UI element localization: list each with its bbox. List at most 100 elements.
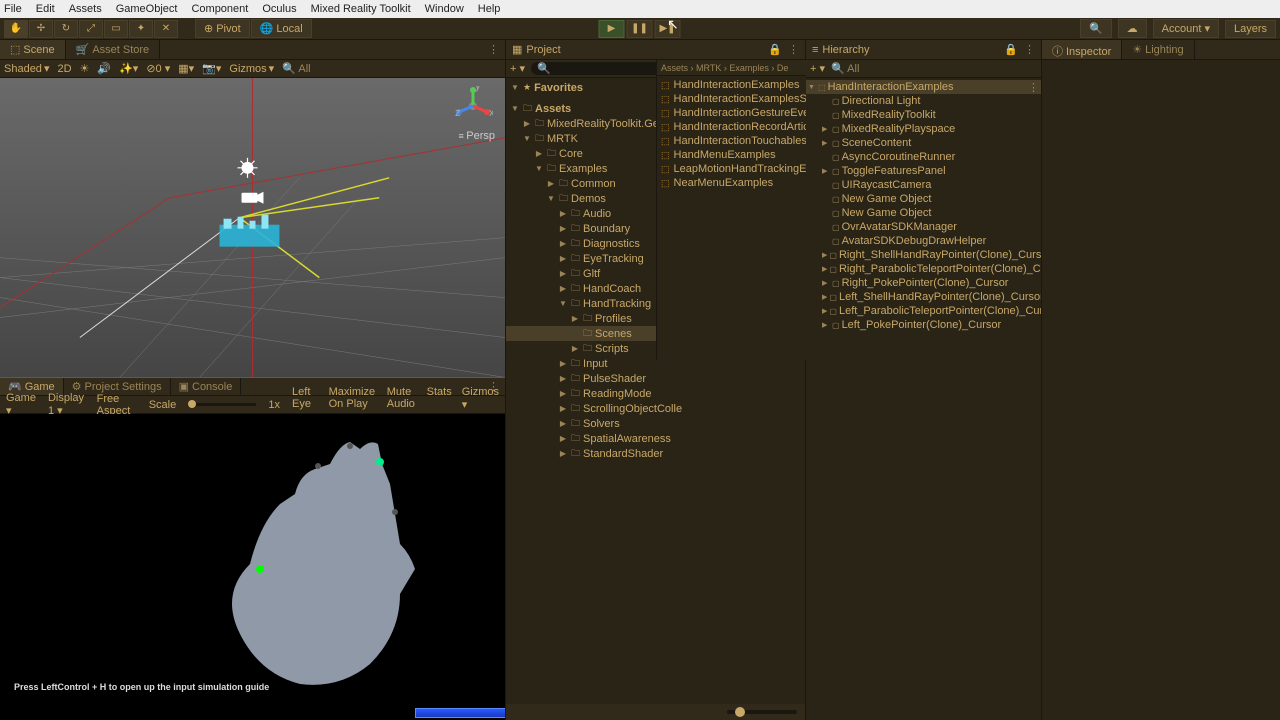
search-all[interactable]: 🔍 All: [282, 62, 310, 75]
scale-slider[interactable]: [188, 403, 256, 406]
asset-row[interactable]: ⬚NearMenuExamples: [657, 176, 806, 190]
2d-toggle[interactable]: 2D: [57, 63, 71, 75]
cloud-icon[interactable]: ☁: [1118, 19, 1147, 38]
camera-icon[interactable]: 📷▾: [202, 62, 221, 75]
grid-icon[interactable]: ▦▾: [178, 62, 194, 75]
scene-menu-icon[interactable]: ⋮: [1028, 81, 1039, 94]
project-tree-row[interactable]: ▶🗀SpatialAwareness: [506, 431, 805, 446]
menu-edit[interactable]: Edit: [36, 3, 55, 15]
transform-tool[interactable]: ✦: [129, 20, 153, 38]
create-dropdown[interactable]: + ▾: [510, 62, 525, 75]
thumbnail-slider[interactable]: [727, 710, 797, 714]
hier-create-dropdown[interactable]: + ▾: [810, 62, 825, 75]
gameobject-icon: ▢: [832, 279, 840, 288]
tab-lighting[interactable]: ☀Lighting: [1122, 40, 1194, 59]
rect-tool[interactable]: ▭: [104, 20, 128, 38]
gameobject-icon: ▢: [832, 237, 840, 246]
project-tree-row[interactable]: ▶🗀Solvers: [506, 416, 805, 431]
hierarchy-row[interactable]: ▢Directional Light: [806, 94, 1041, 108]
gameobject-icon: ▢: [829, 293, 837, 302]
asset-row[interactable]: ⬚HandInteractionGestureEvent: [657, 106, 806, 120]
fx-icon[interactable]: ✨▾: [119, 62, 138, 75]
hierarchy-row[interactable]: ▢New Game Object: [806, 192, 1041, 206]
orientation-gizmo[interactable]: y x z: [453, 86, 493, 126]
menu-assets[interactable]: Assets: [69, 3, 102, 15]
menu-gameobject[interactable]: GameObject: [116, 3, 178, 15]
menu-window[interactable]: Window: [425, 3, 464, 15]
project-title: Project: [526, 44, 560, 56]
shaded-dropdown[interactable]: Shaded ▾: [4, 62, 49, 75]
asset-row[interactable]: ⬚LeapMotionHandTrackingExa: [657, 162, 806, 176]
project-breadcrumb[interactable]: Assets › MRTK › Examples › De: [657, 60, 806, 76]
hierarchy-row[interactable]: ▶▢Left_PokePointer(Clone)_Cursor: [806, 318, 1041, 332]
main-toolbar: ✋ ✢ ↻ ⤢ ▭ ✦ ✕ ⊕Pivot 🌐Local ▶ ❚❚ ▶❚ 🔍 ☁ …: [0, 18, 1280, 40]
menu-component[interactable]: Component: [191, 3, 248, 15]
scene-root-row[interactable]: ▼⬚HandInteractionExamples⋮: [806, 80, 1041, 94]
asset-row[interactable]: ⬚HandInteractionTouchablesEx: [657, 134, 806, 148]
account-dropdown[interactable]: Account ▾: [1153, 19, 1219, 38]
rotate-tool[interactable]: ↻: [54, 20, 78, 38]
gameobject-icon: ▢: [829, 251, 837, 260]
project-tree-row[interactable]: ▶🗀PulseShader: [506, 371, 805, 386]
asset-row[interactable]: ⬚HandInteractionExamples: [657, 78, 806, 92]
tab-asset-store[interactable]: 🛒Asset Store: [66, 40, 161, 59]
tab-console[interactable]: ▣Console: [171, 378, 242, 395]
play-button[interactable]: ▶: [599, 20, 625, 38]
hand-tool[interactable]: ✋: [4, 20, 28, 38]
project-icon: ▦: [512, 43, 522, 56]
audio-icon[interactable]: 🔊: [97, 62, 111, 75]
custom-tool[interactable]: ✕: [154, 20, 178, 38]
lock-icon[interactable]: 🔒: [768, 43, 782, 56]
project-tree-row[interactable]: ▶🗀ScrollingObjectColle: [506, 401, 805, 416]
hier-menu-icon[interactable]: ⋮: [1024, 43, 1035, 56]
gameobject-icon: ▢: [829, 307, 837, 316]
project-tree-row[interactable]: ▶🗀ReadingMode: [506, 386, 805, 401]
asset-row[interactable]: ⬚HandMenuExamples: [657, 148, 806, 162]
tab-scene[interactable]: ⬚Scene: [0, 40, 66, 59]
hierarchy-row[interactable]: ▶▢Right_ParabolicTeleportPointer(Clone)_…: [806, 262, 1041, 276]
lock-icon[interactable]: 🔒: [1004, 43, 1018, 56]
project-tree-row[interactable]: ▶🗀StandardShader: [506, 446, 805, 461]
menu-help[interactable]: Help: [478, 3, 501, 15]
hierarchy-row[interactable]: ▶▢MixedRealityPlayspace: [806, 122, 1041, 136]
hierarchy-tree[interactable]: ▼⬚HandInteractionExamples⋮ ▢Directional …: [806, 78, 1041, 720]
hierarchy-row[interactable]: ▶▢Left_ShellHandRayPointer(Clone)_Cursor: [806, 290, 1041, 304]
game-view[interactable]: Press LeftControl + H to open up the inp…: [0, 414, 505, 720]
asset-row[interactable]: ⬚HandInteractionRecordArticu: [657, 120, 806, 134]
hierarchy-row[interactable]: ▶▢ToggleFeaturesPanel: [806, 164, 1041, 178]
menu-oculus[interactable]: Oculus: [262, 3, 296, 15]
tab-inspector[interactable]: ⓘInspector: [1042, 40, 1122, 59]
hierarchy-row[interactable]: ▢OvrAvatarSDKManager: [806, 220, 1041, 234]
aspect-dropdown[interactable]: Free Aspect: [97, 393, 137, 417]
hier-search[interactable]: 🔍 All: [831, 62, 859, 75]
gizmos-dropdown[interactable]: Gizmos ▾: [229, 62, 274, 75]
hierarchy-row[interactable]: ▶▢Left_ParabolicTeleportPointer(Clone)_C…: [806, 304, 1041, 318]
asset-row[interactable]: ⬚HandInteractionExamplesSett: [657, 92, 806, 106]
local-toggle[interactable]: 🌐Local: [251, 19, 312, 38]
hierarchy-row[interactable]: ▶▢SceneContent: [806, 136, 1041, 150]
scene-view[interactable]: y x z ≡ Persp: [0, 78, 505, 378]
scene-vis-icon[interactable]: ⊘0 ▾: [146, 62, 170, 75]
menu-mrtk[interactable]: Mixed Reality Toolkit: [311, 3, 411, 15]
lighting-icon[interactable]: ☀: [80, 62, 90, 75]
pivot-icon: ⊕: [204, 22, 213, 35]
menu-file[interactable]: File: [4, 3, 22, 15]
asset-list[interactable]: ⬚HandInteractionExamples⬚HandInteraction…: [657, 76, 806, 192]
step-button[interactable]: ▶❚: [655, 20, 681, 38]
move-tool[interactable]: ✢: [29, 20, 53, 38]
inspector-tabs: ⓘInspector ☀Lighting: [1042, 40, 1280, 60]
pivot-toggle[interactable]: ⊕Pivot: [195, 19, 250, 38]
hierarchy-row[interactable]: ▢MixedRealityToolkit: [806, 108, 1041, 122]
pause-button[interactable]: ❚❚: [627, 20, 653, 38]
hierarchy-row[interactable]: ▢AsyncCoroutineRunner: [806, 150, 1041, 164]
layers-dropdown[interactable]: Layers: [1225, 20, 1276, 38]
scene-panel-menu-icon[interactable]: ⋮: [482, 40, 505, 59]
hierarchy-row[interactable]: ▢AvatarSDKDebugDrawHelper: [806, 234, 1041, 248]
hierarchy-row[interactable]: ▶▢Right_PokePointer(Clone)_Cursor: [806, 276, 1041, 290]
hierarchy-row[interactable]: ▢New Game Object: [806, 206, 1041, 220]
scale-tool[interactable]: ⤢: [79, 20, 103, 38]
hierarchy-row[interactable]: ▢UIRaycastCamera: [806, 178, 1041, 192]
search-icon[interactable]: 🔍: [1080, 19, 1112, 38]
project-menu-icon[interactable]: ⋮: [788, 43, 799, 56]
hierarchy-row[interactable]: ▶▢Right_ShellHandRayPointer(Clone)_Curso…: [806, 248, 1041, 262]
